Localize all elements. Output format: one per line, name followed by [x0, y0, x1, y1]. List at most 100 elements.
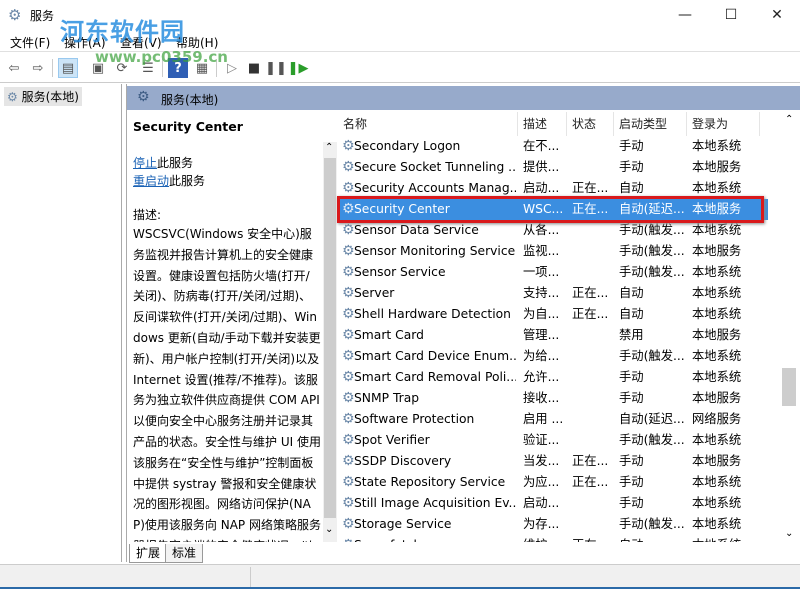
service-gear-icon: ⚙ [342, 451, 355, 472]
service-startup-type: 手动(触发... [619, 514, 690, 535]
tab-standard[interactable]: 标准 [165, 544, 203, 563]
stop-service-link[interactable]: 停止 [133, 156, 157, 170]
service-logon-as: 本地服务 [692, 241, 762, 262]
status-divider [250, 567, 251, 587]
pause-icon[interactable]: ❚❚ [266, 58, 286, 78]
table-row[interactable]: ⚙Software Protection启用 ...自动(延迟...网络服务 [338, 409, 768, 430]
table-row[interactable]: ⚙Spot Verifier验证...手动(触发...本地系统 [338, 430, 768, 451]
service-gear-icon: ⚙ [342, 535, 355, 542]
service-status: 正在... [572, 472, 617, 493]
scroll-down-icon[interactable]: ⌄ [785, 528, 793, 539]
service-name: State Repository Service [354, 472, 516, 493]
service-description: 启动... [523, 493, 570, 514]
table-row[interactable]: ⚙Superfetch维护...正在...自动本地系统 [338, 535, 768, 542]
scroll-up-icon[interactable]: ⌃ [785, 114, 793, 125]
maximize-button[interactable]: ☐ [708, 0, 754, 30]
scroll-down-icon[interactable]: ⌄ [325, 524, 333, 535]
column-header-startup-type[interactable]: 启动类型 [614, 112, 687, 136]
stop-icon[interactable]: ■ [244, 58, 264, 78]
description-text: WSCSVC(Windows 安全中心)服务监视并报告计算机上的安全健康设置。健… [133, 224, 321, 542]
list-scrollbar[interactable]: ⌃ ⌄ [780, 110, 800, 562]
service-logon-as: 本地服务 [692, 388, 762, 409]
scroll-thumb[interactable] [782, 368, 796, 406]
service-logon-as: 本地系统 [692, 367, 762, 388]
menu-file[interactable]: 文件(F) [10, 34, 50, 51]
column-header-description[interactable]: 描述 [518, 112, 567, 136]
service-description: 一项... [523, 262, 570, 283]
tree-item-label: 服务(本地) [22, 90, 79, 104]
service-gear-icon: ⚙ [342, 136, 355, 157]
minimize-button[interactable]: — [662, 0, 708, 30]
scroll-thumb[interactable] [324, 158, 336, 518]
close-button[interactable]: ✕ [754, 0, 800, 30]
table-row[interactable]: ⚙Smart Card Removal Poli...允许...手动本地系统 [338, 367, 768, 388]
service-logon-as: 本地系统 [692, 262, 762, 283]
tree-pane: ⚙ 服务(本地) [0, 84, 122, 562]
description-scrollbar[interactable]: ⌃ ⌄ [323, 142, 337, 542]
table-row[interactable]: ⚙Smart Card Device Enum...为给...手动(触发...本… [338, 346, 768, 367]
service-logon-as: 本地服务 [692, 325, 762, 346]
service-startup-type: 手动(触发... [619, 346, 690, 367]
column-header-name[interactable]: 名称 [338, 112, 518, 136]
service-logon-as: 本地系统 [692, 346, 762, 367]
service-gear-icon: ⚙ [342, 262, 355, 283]
table-row[interactable]: ⚙Still Image Acquisition Ev...启动...手动本地系… [338, 493, 768, 514]
table-row[interactable]: ⚙SSDP Discovery当发...正在...手动本地服务 [338, 451, 768, 472]
tab-extended[interactable]: 扩展 [129, 544, 167, 563]
watermark-logo: 河东软件园 [60, 12, 185, 47]
table-row[interactable]: ⚙Secondary Logon在不...手动本地系统 [338, 136, 768, 157]
show-hide-tree-icon[interactable]: ▤ [58, 58, 78, 78]
service-description: 支持... [523, 283, 570, 304]
description-label: 描述: [133, 206, 161, 223]
service-gear-icon: ⚙ [342, 304, 355, 325]
service-description: 允许... [523, 367, 570, 388]
service-status: 正在... [572, 304, 617, 325]
service-startup-type: 手动(触发... [619, 262, 690, 283]
service-description: 为存... [523, 514, 570, 535]
table-row[interactable]: ⚙Storage Service为存...手动(触发...本地系统 [338, 514, 768, 535]
table-row[interactable]: ⚙Sensor Data Service从各...手动(触发...本地系统 [338, 220, 768, 241]
service-gear-icon: ⚙ [342, 346, 355, 367]
column-header-logon-as[interactable]: 登录为 [687, 112, 760, 136]
service-startup-type: 自动 [619, 535, 690, 542]
scroll-up-icon[interactable]: ⌃ [325, 142, 333, 153]
service-description: 提供... [523, 157, 570, 178]
service-startup-type: 手动(触发... [619, 430, 690, 451]
table-row[interactable]: ⚙State Repository Service为应...正在...手动本地系… [338, 472, 768, 493]
service-description: 为给... [523, 346, 570, 367]
service-description: 为应... [523, 472, 570, 493]
service-name: Sensor Data Service [354, 220, 516, 241]
service-name: Software Protection [354, 409, 516, 430]
table-row[interactable]: ⚙Secure Socket Tunneling ...提供...手动本地服务 [338, 157, 768, 178]
service-startup-type: 手动 [619, 451, 690, 472]
forward-icon[interactable]: ⇨ [28, 58, 48, 78]
service-logon-as: 网络服务 [692, 409, 762, 430]
status-bar [0, 564, 800, 589]
table-row[interactable]: ⚙Server支持...正在...自动本地系统 [338, 283, 768, 304]
service-startup-type: 手动 [619, 367, 690, 388]
column-header-status[interactable]: 状态 [567, 112, 614, 136]
table-row[interactable]: ⚙Shell Hardware Detection为自...正在...自动本地系… [338, 304, 768, 325]
service-logon-as: 本地服务 [692, 157, 762, 178]
restart-service-line: 重启动此服务 [133, 172, 205, 189]
service-name: Secondary Logon [354, 136, 516, 157]
service-description: 验证... [523, 430, 570, 451]
table-row[interactable]: ⚙SNMP Trap接收...手动本地服务 [338, 388, 768, 409]
table-row[interactable]: ⚙Sensor Service一项...手动(触发...本地系统 [338, 262, 768, 283]
pane-header: ⚙ 服务(本地) [127, 86, 800, 110]
service-startup-type: 手动 [619, 472, 690, 493]
tree-item-services-local[interactable]: ⚙ 服务(本地) [4, 87, 82, 106]
table-row[interactable]: ⚙Smart Card管理...禁用本地服务 [338, 325, 768, 346]
service-gear-icon: ⚙ [342, 472, 355, 493]
table-row[interactable]: ⚙Sensor Monitoring Service监视...手动(触发...本… [338, 241, 768, 262]
service-startup-type: 手动 [619, 493, 690, 514]
back-icon[interactable]: ⇦ [4, 58, 24, 78]
restart-icon[interactable]: ❚▶ [288, 58, 308, 78]
restart-service-link[interactable]: 重启动 [133, 174, 169, 188]
service-name: Smart Card Removal Poli... [354, 367, 516, 388]
service-gear-icon: ⚙ [342, 220, 355, 241]
service-name: Smart Card [354, 325, 516, 346]
service-startup-type: 手动 [619, 157, 690, 178]
service-logon-as: 本地系统 [692, 514, 762, 535]
service-description: 监视... [523, 241, 570, 262]
